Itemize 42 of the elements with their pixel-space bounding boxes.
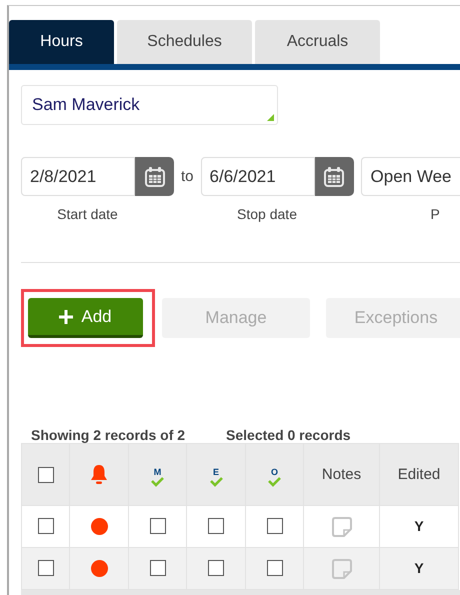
bell-icon [90,464,108,485]
field-label: P [430,206,441,222]
approval-letter: O [270,468,278,477]
calendar-icon [144,166,164,186]
date-field[interactable]: 2/8/2021 [21,157,135,196]
table-cell: Y [414,518,424,534]
calendar-button[interactable] [135,157,174,196]
approval-letter: M [154,468,162,477]
column-header[interactable]: Notes [322,466,362,483]
plus-icon [59,310,74,324]
approval-checkbox[interactable] [150,560,166,576]
field-label: Start date [56,206,119,222]
note-icon [332,516,352,536]
select-all-checkbox[interactable] [38,467,54,484]
record-count: Showing 2 records of 2 [31,427,186,443]
approval-checkbox[interactable] [208,560,224,576]
calendar-button[interactable] [314,157,354,196]
row-checkbox[interactable] [38,518,54,534]
employee-field[interactable]: Sam Maverick [21,85,278,125]
check-icon [268,477,281,487]
separator-text: to [181,168,194,185]
tab[interactable]: Schedules [117,20,252,64]
period-field[interactable]: Open Wee [360,157,460,196]
selection-count: Selected 0 records [226,427,351,443]
check-icon [151,477,164,487]
date-field[interactable]: 6/6/2021 [200,157,315,196]
note-icon [332,558,352,578]
calendar-icon [324,166,344,186]
column-header[interactable]: Edited [398,466,440,483]
approval-checkbox[interactable] [266,560,282,576]
add-button[interactable]: Add [28,298,143,338]
approval-checkbox[interactable] [208,518,224,534]
tab[interactable]: Accruals [255,20,380,64]
row-checkbox[interactable] [38,560,54,576]
field-label: Stop date [236,206,298,222]
check-icon [210,477,222,487]
tab[interactable]: Hours [9,20,114,64]
approval-checkbox[interactable] [150,518,166,534]
corner-triangle-icon [267,114,274,121]
table-cell: Y [414,560,424,576]
approval-letter: E [212,468,219,477]
approval-checkbox[interactable] [266,518,282,534]
